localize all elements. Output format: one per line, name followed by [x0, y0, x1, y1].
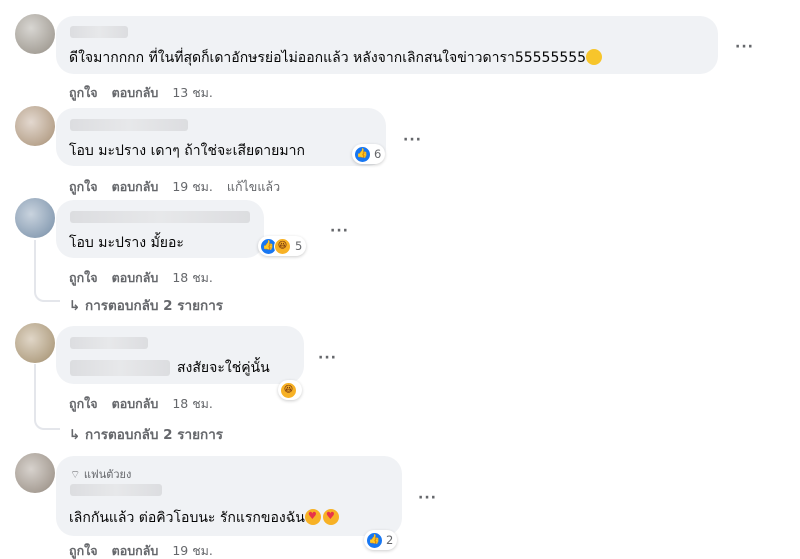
more-options-icon[interactable]: ···: [318, 350, 337, 366]
more-options-icon[interactable]: ···: [330, 223, 349, 239]
haha-icon: 😆: [280, 381, 297, 399]
diamond-icon: ⌔: [70, 468, 84, 481]
edited-label[interactable]: แก้ไขแล้ว: [227, 179, 280, 194]
timestamp[interactable]: 18 ชม.: [172, 396, 213, 411]
timestamp[interactable]: 19 ชม.: [172, 543, 213, 558]
timestamp[interactable]: 18 ชม.: [172, 270, 213, 285]
comment-actions: ถูกใจ ตอบกลับ 18 ชม.: [69, 394, 227, 414]
comment-text: สงสัยจะใช่คู่นั้น: [177, 360, 270, 376]
view-replies-label: การตอบกลับ 2 รายการ: [85, 427, 224, 443]
reply-arrow-icon: ↳: [69, 427, 86, 443]
avatar[interactable]: [15, 323, 55, 363]
comment-text-content: เลิกกันแล้ว ต่อคิวโอบนะ รักแรกของฉัน: [69, 510, 305, 526]
reply-link[interactable]: ตอบกลับ: [112, 543, 159, 558]
like-link[interactable]: ถูกใจ: [69, 85, 98, 100]
reply-link[interactable]: ตอบกลับ: [112, 396, 159, 411]
love-face-emoji-icon: [322, 508, 339, 526]
view-replies-link[interactable]: ↳ การตอบกลับ 2 รายการ: [69, 423, 223, 445]
like-link[interactable]: ถูกใจ: [69, 396, 98, 411]
timestamp[interactable]: 13 ชม.: [172, 85, 213, 100]
comment-actions: ถูกใจ ตอบกลับ 18 ชม.: [69, 268, 227, 288]
like-link[interactable]: ถูกใจ: [69, 179, 98, 194]
reaction-summary[interactable]: 😆: [278, 380, 302, 400]
author-name[interactable]: [70, 337, 148, 349]
comment-text-content: ดีใจมากกกก ที่ในที่สุดก็เดาอักษรย่อไม่ออ…: [69, 50, 587, 66]
avatar[interactable]: [15, 453, 55, 493]
fan-badge[interactable]: ⌔ แฟนตัวยง: [70, 465, 131, 483]
reply-arrow-icon: ↳: [69, 298, 86, 314]
comment-actions: ถูกใจ ตอบกลับ 19 ชม.: [69, 541, 227, 559]
reaction-count: 5: [295, 239, 303, 253]
reaction-count: 6: [374, 147, 382, 161]
view-replies-label: การตอบกลับ 2 รายการ: [85, 298, 224, 314]
avatar[interactable]: [15, 198, 55, 238]
comment-text: โอบ มะปราง มั้ยอะ: [69, 235, 184, 251]
author-name[interactable]: [70, 484, 162, 496]
comment-text: ดีใจมากกกก ที่ในที่สุดก็เดาอักษรย่อไม่ออ…: [69, 49, 603, 67]
rofl-emoji-icon: [586, 49, 603, 65]
like-icon: 👍: [366, 531, 383, 549]
more-options-icon[interactable]: ···: [735, 39, 754, 55]
reply-link[interactable]: ตอบกลับ: [112, 270, 159, 285]
like-link[interactable]: ถูกใจ: [69, 543, 98, 558]
author-name[interactable]: [70, 211, 250, 223]
timestamp[interactable]: 19 ชม.: [172, 179, 213, 194]
reply-link[interactable]: ตอบกลับ: [112, 85, 159, 100]
reply-link[interactable]: ตอบกลับ: [112, 179, 159, 194]
reaction-count: 2: [386, 533, 394, 547]
more-options-icon[interactable]: ···: [418, 490, 437, 506]
comment-actions: ถูกใจ ตอบกลับ 19 ชม. แก้ไขแล้ว: [69, 177, 294, 197]
more-options-icon[interactable]: ···: [403, 132, 422, 148]
view-replies-link[interactable]: ↳ การตอบกลับ 2 รายการ: [69, 294, 223, 316]
fan-badge-label: แฟนตัวยง: [83, 468, 132, 481]
thread-line: [34, 364, 60, 430]
comment-text: โอบ มะปราง เดาๆ ถ้าใช่จะเสียดายมาก: [69, 143, 305, 159]
like-link[interactable]: ถูกใจ: [69, 270, 98, 285]
avatar[interactable]: [15, 106, 55, 146]
love-face-emoji-icon: [304, 508, 321, 526]
avatar[interactable]: [15, 14, 55, 54]
haha-icon: 😆: [274, 237, 291, 255]
reaction-summary[interactable]: 👍 2: [364, 530, 398, 550]
comment-text: เลิกกันแล้ว ต่อคิวโอบนะ รักแรกของฉัน: [69, 508, 339, 527]
like-icon: 👍: [354, 145, 371, 163]
thread-line: [34, 240, 60, 302]
mention-blur[interactable]: [70, 360, 170, 376]
author-name[interactable]: [70, 119, 188, 131]
author-name[interactable]: [70, 26, 128, 38]
comment-actions: ถูกใจ ตอบกลับ 13 ชม.: [69, 83, 227, 103]
reaction-summary[interactable]: 👍 😆 5: [258, 236, 307, 256]
reaction-summary[interactable]: 👍 6: [352, 144, 386, 164]
